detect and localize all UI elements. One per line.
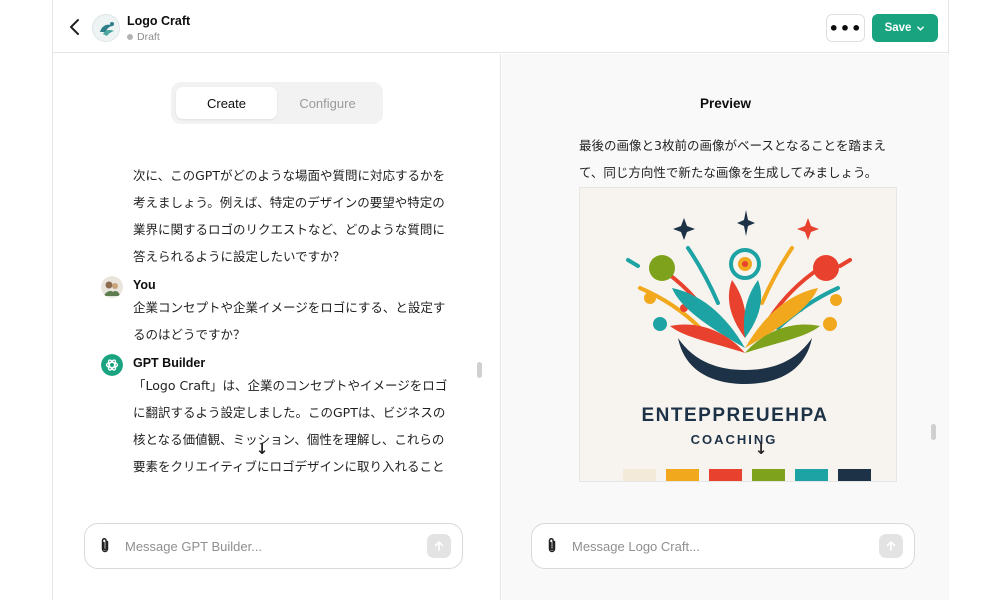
preview-message-input[interactable] bbox=[572, 538, 879, 554]
builder-pane: Create Configure 次に、このGPTがどのような場面や質問に対応す… bbox=[53, 54, 501, 600]
header-bar: Logo Craft Draft ••• Save bbox=[53, 0, 948, 53]
user-avatar bbox=[101, 276, 123, 298]
arrow-up-icon bbox=[886, 541, 896, 551]
palette-swatch bbox=[623, 469, 656, 481]
paperclip-icon bbox=[548, 537, 556, 553]
gpt-builder-avatar bbox=[101, 354, 123, 376]
chevron-left-icon bbox=[70, 19, 79, 35]
builder-message-input[interactable] bbox=[125, 538, 427, 554]
draft-status: Draft bbox=[127, 31, 160, 43]
scroll-down-icon[interactable]: ↓ bbox=[253, 440, 271, 458]
user-name: You bbox=[133, 278, 156, 292]
arrow-up-icon bbox=[434, 541, 444, 551]
preview-composer bbox=[531, 523, 915, 569]
preview-message: 最後の画像と3枚前の画像がベースとなることを踏まえて、同じ方向性で新たな画像を生… bbox=[579, 138, 886, 180]
status-dot bbox=[127, 34, 133, 40]
gpt-avatar bbox=[92, 14, 120, 42]
builder-composer bbox=[84, 523, 463, 569]
palette-swatch bbox=[666, 469, 699, 481]
preview-pane: Preview 最後の画像と3枚前の画像がベースとなることを踏まえて、同じ方向性… bbox=[502, 54, 949, 600]
palette-swatch bbox=[838, 469, 871, 481]
mode-tabs: Create Configure bbox=[171, 82, 383, 124]
save-button[interactable]: Save bbox=[872, 14, 938, 42]
gpt-title: Logo Craft bbox=[127, 14, 191, 28]
app-window: Logo Craft Draft ••• Save Create Configu… bbox=[52, 0, 949, 600]
palette-swatch bbox=[795, 469, 828, 481]
send-button[interactable] bbox=[427, 534, 451, 558]
builder-chat: 次に、このGPTがどのような場面や質問に対応するかを考えましょう。例えば、特定の… bbox=[101, 154, 451, 482]
openai-logo-icon bbox=[101, 354, 123, 376]
send-button[interactable] bbox=[879, 534, 903, 558]
attach-button[interactable] bbox=[85, 537, 125, 555]
attach-button[interactable] bbox=[532, 537, 572, 555]
gpt-builder-name: GPT Builder bbox=[133, 356, 206, 370]
preview-title: Preview bbox=[699, 96, 752, 111]
ellipsis-icon: ••• bbox=[828, 18, 863, 38]
scrollbar-thumb[interactable] bbox=[931, 424, 936, 440]
palette-swatch bbox=[709, 469, 742, 481]
assistant-message: 次に、このGPTがどのような場面や質問に対応するかを考えましょう。例えば、特定の… bbox=[133, 168, 445, 264]
back-button[interactable] bbox=[65, 16, 85, 38]
scroll-down-icon[interactable]: ↓ bbox=[752, 440, 770, 458]
more-options-button[interactable]: ••• bbox=[826, 14, 865, 42]
user-message-text: 企業コンセプトや企業イメージをロゴにする、と設定するのはどうですか？ bbox=[133, 300, 446, 342]
chevron-down-icon bbox=[917, 25, 925, 31]
paperclip-icon bbox=[101, 537, 109, 553]
builder-message-text: 「Logo Craft」は、企業のコンセプトやイメージをロゴに翻訳するよう設定し… bbox=[133, 378, 448, 474]
logo-heading-text: ENTEPPREUEHPA bbox=[641, 405, 828, 426]
tab-configure[interactable]: Configure bbox=[277, 87, 378, 119]
tab-create[interactable]: Create bbox=[176, 87, 277, 119]
generated-logo-image[interactable]: ENTEPPREUEHPA COACHING bbox=[579, 187, 897, 482]
status-label: Draft bbox=[137, 31, 160, 43]
scrollbar-thumb[interactable] bbox=[477, 362, 482, 378]
save-label: Save bbox=[884, 22, 912, 34]
palette-swatch bbox=[752, 469, 785, 481]
